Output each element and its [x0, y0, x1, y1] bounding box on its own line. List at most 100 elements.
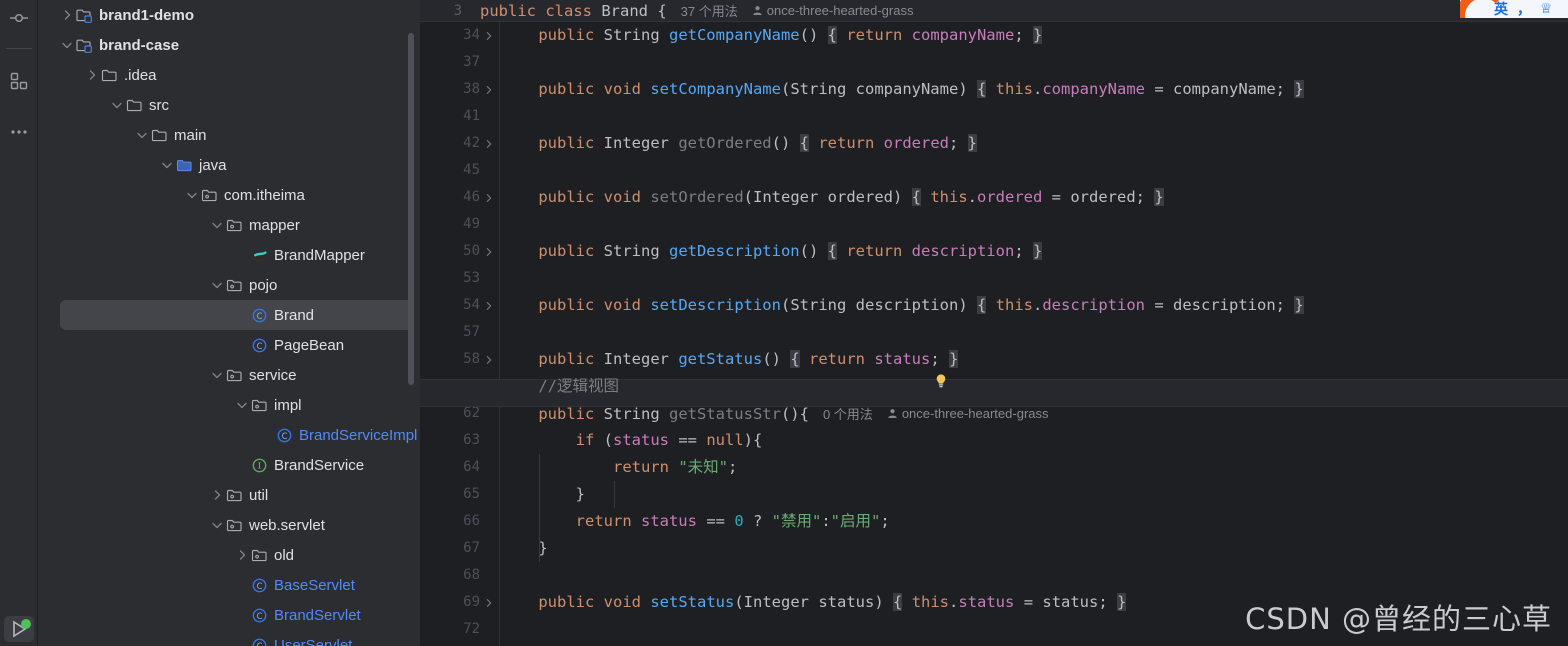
tree-item-brandserviceimpl[interactable]: C BrandServiceImpl	[38, 420, 420, 450]
code-line[interactable]: public Integer getStatus() { return stat…	[501, 346, 959, 373]
line-number[interactable]: 50	[420, 238, 480, 265]
code-text-area[interactable]: public String getCompanyName() { return …	[501, 22, 1568, 646]
chevron-down-icon[interactable]	[210, 278, 224, 292]
tree-item-userservlet[interactable]: C UserServlet	[38, 630, 420, 646]
tree-item-service[interactable]: service	[38, 360, 420, 390]
sogou-logo-icon[interactable]	[1460, 0, 1510, 18]
code-line[interactable]: public void setDescription(String descri…	[501, 292, 1304, 319]
tree-item--idea[interactable]: .idea	[38, 60, 420, 90]
fold-chevron-right-icon[interactable]	[484, 76, 496, 103]
code-line[interactable]: public String getDescription() { return …	[501, 238, 1043, 265]
line-number[interactable]: 38	[420, 76, 480, 103]
tree-item-java[interactable]: java	[38, 150, 420, 180]
line-number[interactable]: 37	[420, 49, 480, 76]
sticky-class-declaration-line[interactable]: 3 public class Brand { 37 个用法 once-three…	[420, 0, 1568, 22]
structure-icon[interactable]	[9, 71, 29, 91]
tree-item-brandmapper[interactable]: BrandMapper	[38, 240, 420, 270]
line-number[interactable]: 66	[420, 508, 480, 535]
intention-bulb-icon[interactable]	[933, 373, 949, 389]
tree-item-brandservice[interactable]: I BrandService	[38, 450, 420, 480]
line-number[interactable]: 67	[420, 535, 480, 562]
fold-chevron-right-icon[interactable]	[484, 346, 496, 373]
project-tree[interactable]: brand1-demo brand-case .idea src main java com…	[38, 0, 420, 646]
chevron-down-icon[interactable]	[110, 98, 124, 112]
tree-item-brand1-demo[interactable]: brand1-demo	[38, 0, 420, 30]
line-number[interactable]: 64	[420, 454, 480, 481]
code-line[interactable]: }	[501, 481, 585, 508]
line-number[interactable]: 72	[420, 616, 480, 643]
tree-item-web-servlet[interactable]: web.servlet	[38, 510, 420, 540]
chevron-right-icon[interactable]	[85, 68, 99, 82]
fold-chevron-right-icon[interactable]	[484, 589, 496, 616]
tree-item-old[interactable]: old	[38, 540, 420, 570]
line-number[interactable]: 34	[420, 22, 480, 49]
code-editor[interactable]: 3 public class Brand { 37 个用法 once-three…	[420, 0, 1568, 646]
line-number[interactable]: 45	[420, 157, 480, 184]
project-scrollbar-thumb[interactable]	[408, 33, 414, 385]
code-line[interactable]: public void setStatus(Integer status) { …	[501, 589, 1127, 616]
tree-item-impl[interactable]: impl	[38, 390, 420, 420]
author-inlay-hint[interactable]: once-three-hearted-grass	[887, 400, 1049, 427]
line-number[interactable]: 42	[420, 130, 480, 157]
run-icon[interactable]	[4, 616, 34, 642]
line-number[interactable]: 54	[420, 292, 480, 319]
vcs-commit-icon[interactable]	[9, 8, 29, 28]
line-number[interactable]: 46	[420, 184, 480, 211]
code-line[interactable]: return "未知";	[501, 454, 737, 481]
chevron-right-icon[interactable]	[60, 8, 74, 22]
ime-extra-icon[interactable]: ♕	[1540, 1, 1553, 17]
chevron-down-icon[interactable]	[135, 128, 149, 142]
code-line[interactable]: }	[501, 535, 547, 562]
tree-item-pagebean[interactable]: C PageBean	[38, 330, 420, 360]
line-number[interactable]: 41	[420, 103, 480, 130]
chevron-right-icon[interactable]	[210, 488, 224, 502]
fold-chevron-right-icon[interactable]	[484, 238, 496, 265]
editor-gutter[interactable]: 3437384142454649505354575861626364656667…	[420, 22, 946, 646]
tree-item-brand[interactable]: C Brand	[60, 300, 414, 330]
chevron-down-icon[interactable]	[185, 188, 199, 202]
code-line[interactable]: if (status == null){	[501, 427, 763, 454]
tree-item-com-itheima[interactable]: com.itheima	[38, 180, 420, 210]
chevron-down-icon[interactable]	[210, 218, 224, 232]
chevron-right-icon[interactable]	[235, 548, 249, 562]
input-method-toolbar[interactable]: 英 ， ♕	[1460, 0, 1568, 18]
tree-item-brandservlet[interactable]: C BrandServlet	[38, 600, 420, 630]
code-line[interactable]: public String getStatusStr(){0 个用法 once-t…	[501, 400, 1049, 427]
chevron-down-icon[interactable]	[160, 158, 174, 172]
line-number[interactable]: 69	[420, 589, 480, 616]
code-line[interactable]: return status == 0 ? "禁用":"启用";	[501, 508, 890, 535]
fold-chevron-right-icon[interactable]	[484, 130, 496, 157]
code-line[interactable]: //逻辑视图	[501, 373, 619, 400]
code-line[interactable]: public void setCompanyName(String compan…	[501, 76, 1304, 103]
code-line[interactable]: public String getCompanyName() { return …	[501, 22, 1043, 49]
chevron-down-icon[interactable]	[60, 38, 74, 52]
project-tool-window[interactable]: brand1-demo brand-case .idea src main java com…	[38, 0, 420, 646]
fold-chevron-right-icon[interactable]	[484, 292, 496, 319]
fold-chevron-right-icon[interactable]	[484, 22, 496, 49]
ime-punctuation-toggle[interactable]: ，	[1517, 0, 1531, 18]
usages-inlay-hint[interactable]: 37 个用法	[681, 1, 738, 20]
line-number[interactable]: 49	[420, 211, 480, 238]
author-inlay-hint[interactable]: once-three-hearted-grass	[752, 3, 913, 18]
line-number[interactable]: 53	[420, 265, 480, 292]
line-number[interactable]: 57	[420, 319, 480, 346]
usages-inlay-hint[interactable]: 0 个用法	[823, 407, 873, 422]
code-line[interactable]: public Integer getOrdered() { return ord…	[501, 130, 977, 157]
fold-chevron-right-icon[interactable]	[484, 184, 496, 211]
tree-item-baseservlet[interactable]: C BaseServlet	[38, 570, 420, 600]
tree-item-pojo[interactable]: pojo	[38, 270, 420, 300]
line-number[interactable]: 68	[420, 562, 480, 589]
tree-item-main[interactable]: main	[38, 120, 420, 150]
tree-item-mapper[interactable]: mapper	[38, 210, 420, 240]
more-tool-windows-icon[interactable]	[9, 122, 29, 142]
chevron-down-icon[interactable]	[210, 368, 224, 382]
tree-item-brand-case[interactable]: brand-case	[38, 30, 420, 60]
tree-item-util[interactable]: util	[38, 480, 420, 510]
code-line[interactable]: public void setOrdered(Integer ordered) …	[501, 184, 1164, 211]
line-number[interactable]: 58	[420, 346, 480, 373]
tree-item-src[interactable]: src	[38, 90, 420, 120]
chevron-down-icon[interactable]	[210, 518, 224, 532]
line-number[interactable]: 65	[420, 481, 480, 508]
line-number[interactable]: 63	[420, 427, 480, 454]
chevron-down-icon[interactable]	[235, 398, 249, 412]
